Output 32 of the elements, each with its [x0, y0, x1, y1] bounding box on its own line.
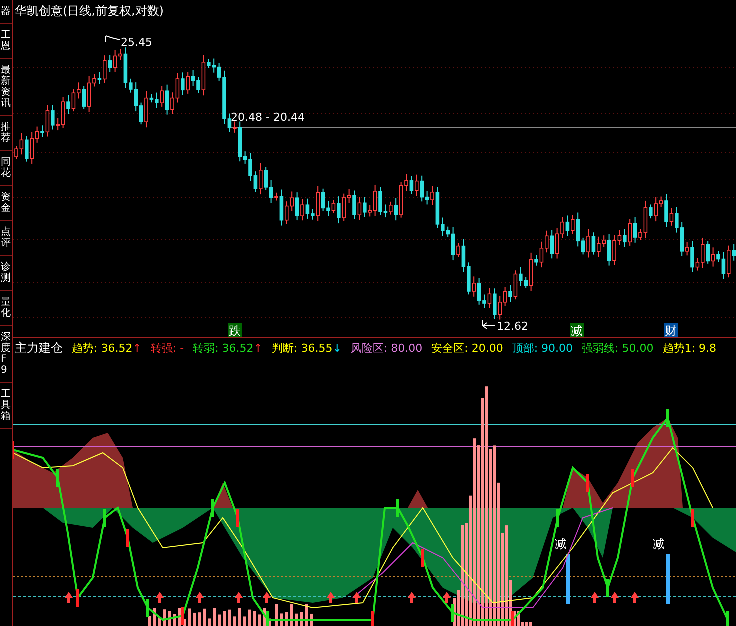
indicator-readout: 判断: 36.55↓	[272, 340, 342, 356]
signal-label: 减	[653, 537, 665, 552]
sidebar-tab[interactable]: 器	[0, 0, 12, 24]
sidebar-tab[interactable]: 同花	[0, 151, 12, 186]
sidebar-tab[interactable]: 推荐	[0, 116, 12, 151]
signal-marker: 减	[570, 323, 584, 338]
sidebar-tab[interactable]: 工恩	[0, 24, 12, 59]
sidebar-tab[interactable]: 量化	[0, 291, 12, 326]
indicator-readout: 趋势: 36.52↑	[72, 340, 142, 356]
low-marker-icon	[482, 320, 496, 330]
sidebar-tab[interactable]: 诊测	[0, 256, 12, 291]
signal-marker: 财	[664, 323, 678, 338]
indicator-readout: 顶部: 90.00	[512, 340, 574, 356]
indicator-readout: 安全区: 20.00	[432, 340, 504, 356]
sidebar-tab[interactable]: 深度F9	[0, 326, 12, 383]
indicator-readout: 趋势1: 9.8	[662, 340, 716, 356]
crosshair-price-label: 20.48 - 20.44	[231, 111, 305, 124]
indicator-readout: 转弱: 36.52↑	[193, 340, 264, 356]
chart-title: 华凯创意(日线,前复权,对数)	[15, 3, 164, 20]
sidebar-tab[interactable]: 最新资讯	[0, 59, 12, 116]
sidebar-tab[interactable]: 资金	[0, 186, 12, 221]
sidebar-tab[interactable]: 工具箱	[0, 383, 12, 429]
indicator-readout: 风险区: 80.00	[350, 340, 423, 356]
high-price-label: 25.45	[121, 36, 152, 49]
indicator-name: 主力建仓	[15, 340, 63, 357]
sidebar-tab[interactable]: 点评	[0, 221, 12, 256]
indicator-readout: 转强: -	[150, 340, 184, 356]
signal-marker: 跌	[228, 323, 242, 338]
low-price-label: 12.62	[497, 320, 528, 333]
signal-label: 减	[555, 537, 567, 552]
indicator-readout: 强弱线: 50.00	[582, 340, 654, 356]
high-marker-icon	[106, 36, 120, 42]
